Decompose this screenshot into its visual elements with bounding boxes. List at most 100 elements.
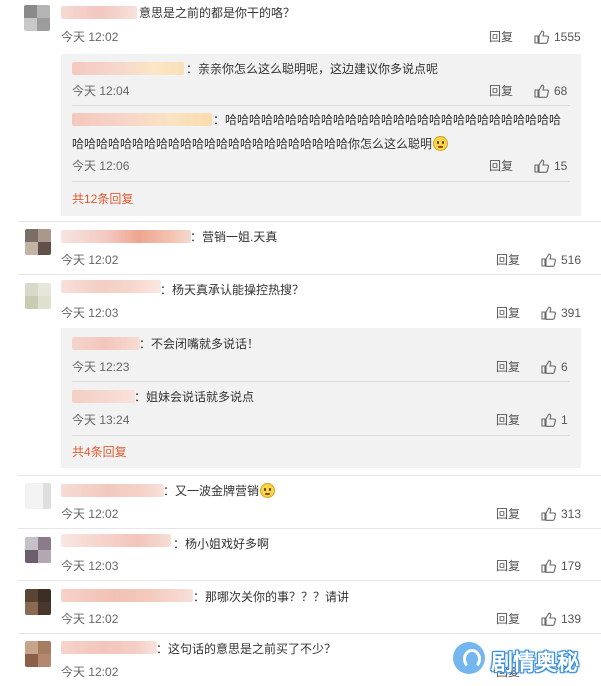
reply-button[interactable]: 回复 — [496, 558, 520, 574]
like-count: 1 — [561, 413, 568, 427]
reply-button[interactable]: 回复 — [496, 359, 520, 375]
like-button[interactable]: 391 — [541, 305, 596, 321]
reply-divider — [72, 435, 570, 436]
reply-text: ：亲亲你怎么这么聪明呢，这边建议你多说点呢 — [186, 62, 439, 76]
username-blurred[interactable] — [61, 280, 161, 293]
avatar[interactable] — [25, 283, 51, 309]
avatar[interactable] — [25, 641, 51, 667]
more-replies-link[interactable]: 共4条回复 — [72, 444, 127, 460]
thumbs-up-icon — [534, 30, 549, 44]
smile-emoji-icon — [260, 483, 276, 498]
username-blurred[interactable] — [72, 337, 140, 350]
watermark-text: 剧情奥秘 — [491, 651, 580, 676]
reply-button[interactable]: 回复 — [496, 412, 520, 428]
thumbs-up-icon — [534, 84, 549, 98]
reply-divider — [72, 105, 570, 106]
comment-time: 今天 12:02 — [61, 253, 119, 267]
reply-button[interactable]: 回复 — [496, 305, 520, 321]
reply-button[interactable]: 回复 — [496, 506, 520, 522]
reply-button[interactable]: 回复 — [489, 83, 513, 99]
comment-text: ：又一波金牌营销 — [163, 484, 260, 498]
drama-logo-icon — [453, 642, 485, 674]
smile-emoji-icon — [433, 136, 449, 151]
username-blurred[interactable] — [72, 390, 135, 403]
like-button[interactable]: 179 — [541, 558, 596, 574]
avatar[interactable] — [25, 589, 51, 615]
comment-text: ：那哪次关你的事？？？请讲 — [193, 590, 350, 604]
thumbs-up-icon — [541, 306, 556, 320]
sub-replies-panel — [61, 54, 581, 216]
like-button[interactable]: 313 — [541, 506, 596, 522]
comment-divider — [18, 580, 601, 581]
username-blurred[interactable] — [72, 62, 184, 75]
username-blurred[interactable] — [61, 589, 193, 602]
thumbs-up-icon — [541, 559, 556, 573]
like-count: 6 — [561, 360, 568, 374]
comment-time: 今天 12:03 — [61, 559, 119, 573]
username-blurred[interactable] — [61, 484, 164, 497]
reply-text-line2: 哈哈哈哈哈哈哈哈哈哈哈哈哈哈哈哈哈哈哈哈哈哈哈你怎么这么聪明 — [72, 137, 433, 151]
username-blurred[interactable] — [72, 113, 212, 126]
comment-divider — [18, 221, 601, 222]
like-count: 68 — [554, 84, 568, 98]
reply-text-line1: ：哈哈哈哈哈哈哈哈哈哈哈哈哈哈哈哈哈哈哈哈哈哈哈哈哈哈哈哈 — [213, 113, 562, 127]
like-count: 391 — [561, 306, 582, 320]
more-replies-link[interactable]: 共12条回复 — [72, 191, 133, 207]
comment-time: 今天 12:02 — [61, 30, 119, 44]
reply-divider — [72, 381, 570, 382]
reply-divider — [72, 181, 570, 182]
comment-text: ：营销一姐.天真 — [190, 230, 278, 244]
thumbs-up-icon — [541, 253, 556, 267]
like-button[interactable]: 6 — [541, 359, 581, 375]
reply-button[interactable]: 回复 — [489, 158, 513, 174]
username-blurred[interactable] — [61, 534, 171, 547]
like-button[interactable]: 15 — [534, 158, 574, 174]
comment-divider — [18, 633, 601, 634]
comment-divider — [18, 274, 601, 275]
reply-time: 今天 12:04 — [72, 84, 130, 98]
reply-text-line2-wrap: 哈哈哈哈哈哈哈哈哈哈哈哈哈哈哈哈哈哈哈哈哈哈哈你怎么这么聪明 — [72, 136, 449, 152]
comment-text: ：杨小姐戏好多啊 — [173, 537, 270, 551]
reply-button[interactable]: 回复 — [489, 29, 513, 45]
thumbs-up-icon — [541, 360, 556, 374]
avatar[interactable] — [25, 229, 51, 255]
reply-button[interactable]: 回复 — [496, 611, 520, 627]
username-blurred[interactable] — [61, 6, 137, 19]
like-count: 15 — [554, 159, 568, 173]
thumbs-up-icon — [541, 612, 556, 626]
thumbs-up-icon — [534, 159, 549, 173]
username-blurred[interactable] — [61, 230, 191, 243]
reply-time: 今天 12:06 — [72, 159, 130, 173]
like-button[interactable]: 516 — [541, 252, 596, 268]
comment-text: ：杨天真承认能操控热搜？ — [160, 283, 305, 297]
watermark: 剧情奥秘 — [453, 638, 595, 678]
comment-divider — [18, 475, 601, 476]
comment-divider — [18, 528, 601, 529]
avatar[interactable] — [25, 537, 51, 563]
like-count: 1555 — [554, 30, 581, 44]
reply-text: ：不会闭嘴就多说话！ — [139, 337, 260, 351]
like-count: 516 — [561, 253, 582, 267]
comment-time: 今天 12:02 — [61, 665, 119, 679]
reply-time: 今天 13:24 — [72, 413, 130, 427]
comment-time: 今天 12:03 — [61, 306, 119, 320]
like-button[interactable]: 1555 — [534, 29, 594, 45]
reply-text: ：姐妹会说话就多说点 — [134, 390, 255, 404]
avatar[interactable] — [25, 483, 51, 509]
comment-time: 今天 12:02 — [61, 507, 119, 521]
like-count: 179 — [561, 559, 582, 573]
like-button[interactable]: 68 — [534, 83, 574, 99]
like-count: 139 — [561, 612, 582, 626]
comment-text: 意思是之前的都是你干的咯？ — [139, 6, 296, 20]
avatar[interactable] — [24, 5, 50, 31]
thumbs-up-icon — [541, 507, 556, 521]
username-blurred[interactable] — [61, 641, 157, 654]
comment-time: 今天 12:02 — [61, 612, 119, 626]
like-button[interactable]: 1 — [541, 412, 581, 428]
comment-text-wrap: ：又一波金牌营销 — [163, 483, 276, 499]
like-button[interactable]: 139 — [541, 611, 596, 627]
like-count: 313 — [561, 507, 582, 521]
reply-button[interactable]: 回复 — [496, 252, 520, 268]
comment-text: ：这句话的意思是之前买了不少？ — [156, 642, 337, 656]
thumbs-up-icon — [541, 413, 556, 427]
